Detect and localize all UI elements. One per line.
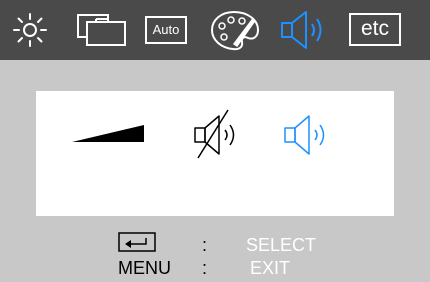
tab-etc[interactable]: etc [348, 0, 404, 60]
menu-key-label: MENU [118, 258, 171, 278]
speaker-muted-icon [194, 109, 235, 159]
enter-key-icon [118, 232, 156, 252]
select-label: SELECT [246, 235, 317, 255]
tab-auto[interactable]: Auto [142, 0, 190, 60]
osd-menu: Auto etc: SELECT MENU: EXIT [0, 0, 430, 282]
exit-label: EXIT [250, 258, 291, 278]
image-layers-icon [77, 14, 126, 46]
speaker-icon [281, 11, 322, 49]
sun-icon [13, 13, 47, 47]
sound-option[interactable] [278, 106, 346, 162]
palette-icon [210, 10, 260, 51]
tab-color[interactable] [204, 0, 264, 60]
tab-brightness[interactable] [8, 0, 52, 60]
tab-audio[interactable] [276, 0, 334, 60]
menu-tab-bar: Auto etc [0, 0, 430, 60]
tab-auto-label: Auto [152, 22, 180, 37]
select-separator: : [202, 235, 208, 255]
audio-options-panel [36, 91, 394, 216]
tab-etc-label: etc [360, 17, 389, 40]
volume-option[interactable] [70, 121, 150, 147]
tab-image[interactable] [72, 0, 132, 60]
exit-separator: : [202, 258, 208, 278]
volume-ramp-icon [72, 125, 144, 142]
speaker-icon [284, 115, 325, 155]
mute-option[interactable] [188, 106, 256, 162]
